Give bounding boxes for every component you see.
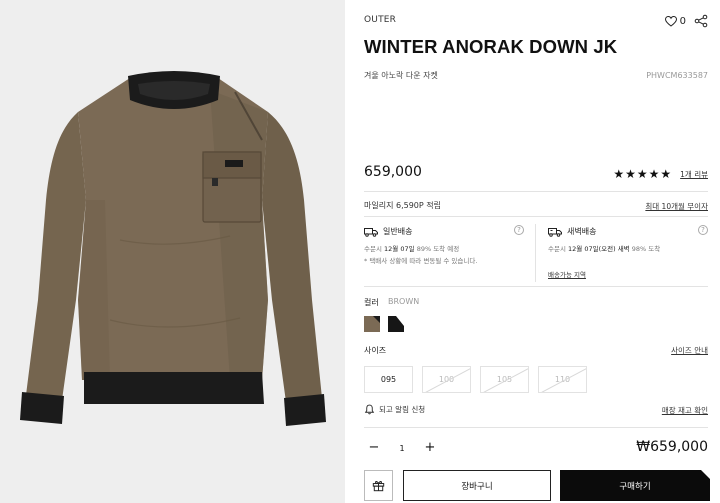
product-subtitle: 겨울 아노락 다운 자켓 <box>364 71 438 80</box>
dawn-shipping-info: 수문시 12월 07일(오전) 새벽 98% 도착 <box>548 245 661 253</box>
delivery-area-link[interactable]: 배송가능 지역 <box>548 269 586 279</box>
product-price: 659,000 <box>364 164 422 180</box>
heart-icon <box>664 15 677 27</box>
standard-shipping: 일반배송 ? 수문시 12월 07일 89% 도착 예정 * 택배사 상황에 따… <box>364 225 524 267</box>
store-stock-link[interactable]: 매장 재고 확인 <box>662 405 708 416</box>
rating-stars: ★★★★★ <box>613 167 673 181</box>
restock-label: 되고 알림 신청 <box>379 405 426 414</box>
product-category[interactable]: OUTER <box>364 15 396 25</box>
color-label: 컬러 <box>364 298 379 307</box>
product-code: PHWCM633587 <box>646 71 708 80</box>
standard-shipping-info: 수문시 12월 07일 89% 도착 예정 * 택배사 상황에 따라 변동될 수… <box>364 245 478 265</box>
wishlist-count: 0 <box>679 15 686 27</box>
dawn-shipping: 새벽배송 ? 수문시 12월 07일(오전) 새벽 98% 도착 배송가능 지역 <box>548 225 708 279</box>
size-option-100[interactable]: 100 <box>422 366 471 393</box>
swatch-brown[interactable] <box>364 316 380 332</box>
mileage-text: 마일리지 6,590P 적립 <box>364 201 441 210</box>
buy-now-button[interactable]: 구매하기 <box>560 470 710 501</box>
dawn-shipping-title: 새벽배송 <box>567 227 597 236</box>
rating: ★★★★★ 1개 리뷰 <box>613 167 708 181</box>
divider <box>364 191 708 192</box>
benefit-link[interactable]: 최대 10개월 무이자 <box>645 201 708 212</box>
quantity-decrease-button[interactable]: − <box>366 440 382 456</box>
total-price: ₩659,000 <box>636 439 708 455</box>
color-swatches <box>364 316 404 332</box>
gift-icon <box>372 480 385 492</box>
product-info-panel: OUTER 0 WINTER ANORAK DOWN JK 겨울 아노락 다운 … <box>364 0 710 503</box>
size-option-110[interactable]: 110 <box>538 366 587 393</box>
swatch-black[interactable] <box>388 316 404 332</box>
divider <box>535 224 536 282</box>
add-to-cart-button[interactable]: 장바구니 <box>403 470 551 501</box>
purchase-actions: 장바구니 구매하기 <box>364 470 710 501</box>
quantity-value[interactable]: 1 <box>382 444 422 453</box>
restock-alert-button[interactable]: 되고 알림 신청 <box>364 404 425 415</box>
truck-icon <box>364 227 378 237</box>
jacket-illustration <box>0 0 345 503</box>
size-option-105[interactable]: 105 <box>480 366 529 393</box>
review-count-link[interactable]: 1개 리뷰 <box>680 169 708 180</box>
divider <box>364 216 708 217</box>
color-value: BROWN <box>388 297 420 306</box>
standard-shipping-title: 일반배송 <box>383 227 413 236</box>
corner-notch <box>701 470 710 479</box>
help-icon[interactable]: ? <box>698 225 708 235</box>
gift-button[interactable] <box>364 470 393 501</box>
bell-icon <box>364 404 375 415</box>
size-label: 사이즈 <box>364 346 387 355</box>
dawn-truck-icon <box>548 227 562 237</box>
help-icon[interactable]: ? <box>514 225 524 235</box>
product-image <box>0 0 345 503</box>
wishlist-button[interactable]: 0 <box>664 15 686 27</box>
size-option-095[interactable]: 095 <box>364 366 413 393</box>
top-actions: 0 <box>664 14 708 28</box>
divider <box>364 286 708 287</box>
quantity-stepper: − 1 + <box>366 440 438 456</box>
size-options: 095 100 105 110 <box>364 366 587 393</box>
quantity-increase-button[interactable]: + <box>422 440 438 456</box>
product-title: WINTER ANORAK DOWN JK <box>364 36 618 57</box>
share-icon[interactable] <box>694 14 708 28</box>
buy-now-label: 구매하기 <box>619 481 651 492</box>
size-guide-link[interactable]: 사이즈 안내 <box>671 345 708 356</box>
divider <box>364 427 708 428</box>
